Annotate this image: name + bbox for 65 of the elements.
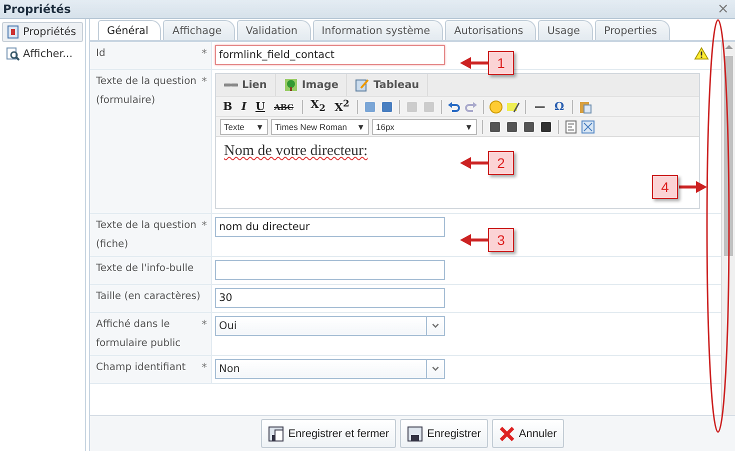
smiley-icon [489, 100, 504, 114]
pointer-arrow [460, 234, 488, 246]
field-label: Taille (en caractères) [96, 290, 200, 304]
table-pencil-icon [355, 78, 370, 92]
fullscreen-icon [581, 120, 595, 134]
format-button[interactable]: X$_{2}$ [308, 98, 328, 115]
required-mark: * [202, 46, 207, 62]
floppy-disk-window-icon [268, 426, 284, 442]
tab[interactable]: Affichage [163, 20, 235, 40]
format-dropdown[interactable]: 16px ▼ [372, 118, 477, 134]
field-label: Texte de la question (formulaire) [96, 75, 198, 108]
pointer-arrow [679, 181, 707, 193]
format-button[interactable]: ABC [271, 102, 297, 112]
close-button[interactable]: × [717, 2, 729, 16]
scroll-up-icon [724, 44, 732, 50]
tab[interactable]: Validation [236, 20, 311, 40]
tree-picture-icon [284, 78, 298, 92]
format-dropdown[interactable]: Texte ▼ [220, 118, 268, 134]
template-icon [564, 120, 578, 134]
field-label: Id [96, 47, 106, 61]
clipboard-icon [6, 25, 20, 39]
symbol-button[interactable]: — [531, 100, 548, 113]
tab[interactable]: Information système [312, 20, 444, 40]
symbol-button[interactable]: Ω [551, 100, 568, 113]
format-dropdown[interactable]: Times New Roman ▼ [271, 118, 369, 134]
text-field[interactable]: 30 [215, 288, 445, 308]
format-button[interactable]: I [238, 100, 250, 113]
tab[interactable]: Général [98, 20, 162, 40]
callout-number: 2 [488, 151, 514, 175]
warning-icon [694, 47, 708, 60]
field-label: Affiché dans le formulaire public [96, 318, 182, 351]
field-label: Texte de la question (fiche) [96, 219, 198, 252]
required-mark: * [202, 74, 207, 90]
required-mark: * [202, 360, 207, 376]
callout-number: 1 [488, 51, 514, 75]
window-title: Propriétés [3, 2, 71, 16]
format-button[interactable]: X$^{2}$ [331, 98, 352, 114]
dropdown[interactable]: Non [215, 359, 445, 379]
format-button[interactable]: U [252, 100, 268, 113]
save-button[interactable]: Enregistrer et fermer [261, 419, 396, 448]
pointer-arrow [460, 157, 488, 169]
pointer-arrow [460, 57, 488, 69]
undo-icon [447, 100, 462, 114]
text-field[interactable] [215, 260, 445, 280]
text-field[interactable]: nom du directeur [215, 217, 445, 237]
paste-icon [578, 100, 592, 114]
callout-number: 3 [488, 228, 514, 252]
cancel-button[interactable]: Annuler [492, 419, 564, 448]
field-label: Texte de l'info-bulle [96, 262, 194, 276]
redo-icon [464, 100, 478, 114]
format-button[interactable]: B [220, 100, 236, 113]
required-mark: * [202, 218, 207, 234]
tab[interactable]: Usage [538, 20, 593, 40]
required-mark: * [202, 317, 207, 333]
tab[interactable]: Properties [594, 20, 670, 40]
dropdown[interactable]: Oui [215, 316, 445, 336]
save-button[interactable]: Enregistrer [400, 419, 488, 448]
text-field[interactable]: formlink_field_contact [215, 45, 445, 65]
tab[interactable]: Autorisations [445, 20, 536, 40]
callout-number: 4 [652, 175, 678, 199]
field-label: Champ identifiant [96, 361, 186, 375]
magnifier-page-icon [6, 47, 20, 61]
cross-icon [498, 426, 515, 442]
sidebar-item[interactable]: Propriétés [2, 22, 83, 42]
sidebar-item[interactable]: Afficher... [2, 44, 83, 64]
